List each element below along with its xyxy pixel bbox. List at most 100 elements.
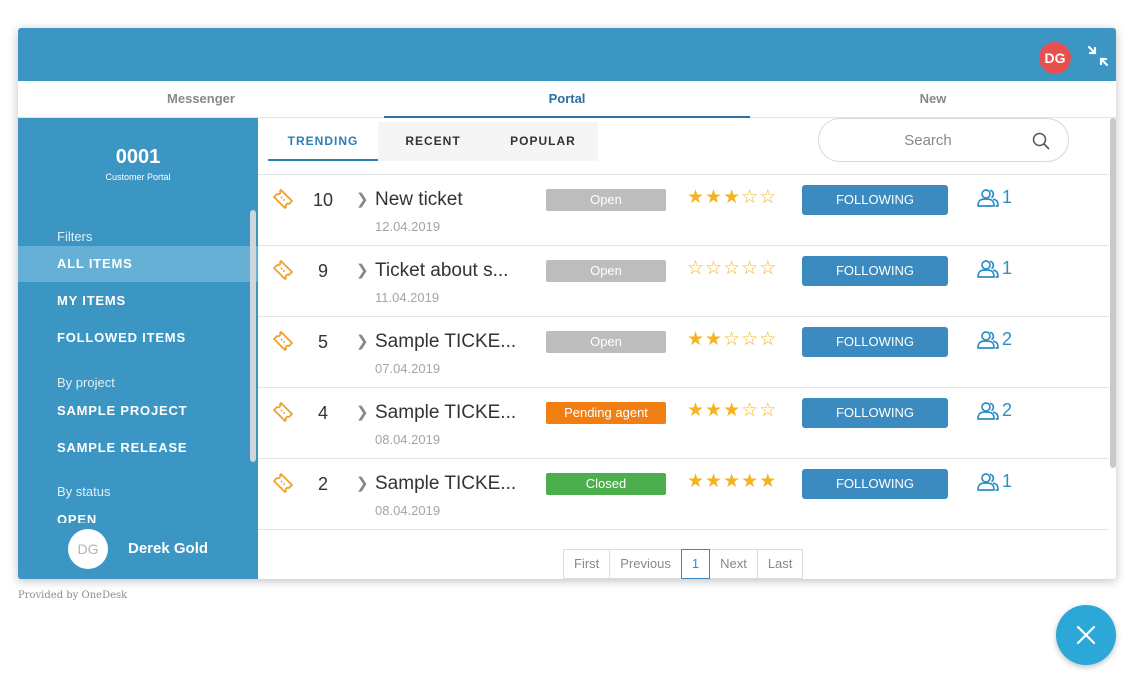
sidebar-item-all-items[interactable]: ALL ITEMS [18, 246, 258, 282]
ticket-icon [272, 188, 294, 210]
star-empty-icon[interactable]: ☆ [687, 258, 705, 279]
star-rating[interactable]: ★★★☆☆ [687, 399, 777, 422]
star-filled-icon[interactable]: ★ [723, 471, 741, 492]
ticket-icon [272, 259, 294, 281]
tab-messenger[interactable]: Messenger [18, 81, 384, 118]
chevron-right-icon[interactable]: ❯ [356, 261, 369, 279]
star-filled-icon[interactable]: ★ [687, 471, 705, 492]
star-filled-icon[interactable]: ★ [687, 187, 705, 208]
star-filled-icon[interactable]: ★ [723, 400, 741, 421]
star-rating[interactable]: ★★☆☆☆ [687, 328, 777, 351]
ticket-title[interactable]: Sample TICKE... [375, 331, 525, 353]
collapse-icon[interactable] [1087, 45, 1109, 67]
sidebar: 0001 Customer Portal Filters ALL ITEMS M… [18, 118, 258, 579]
star-filled-icon[interactable]: ★ [687, 329, 705, 350]
status-badge: Pending agent [546, 402, 666, 424]
main-scrollbar[interactable] [1110, 118, 1116, 468]
star-filled-icon[interactable]: ★ [741, 471, 759, 492]
search-input[interactable] [833, 128, 1023, 152]
following-button[interactable]: FOLLOWING [802, 398, 948, 428]
ticket-row[interactable]: 10 ❯ New ticket 12.04.2019 Open ★★★☆☆ FOLLOWIN… [258, 174, 1109, 245]
ticket-icon [272, 330, 294, 352]
status-badge: Open [546, 260, 666, 282]
star-rating[interactable]: ☆☆☆☆☆ [687, 257, 777, 280]
star-empty-icon[interactable]: ☆ [723, 329, 741, 350]
star-empty-icon[interactable]: ☆ [759, 400, 777, 421]
followers-count[interactable]: 2 [976, 329, 1012, 353]
followers-number: 2 [1002, 329, 1013, 349]
star-empty-icon[interactable]: ☆ [759, 187, 777, 208]
star-empty-icon[interactable]: ☆ [759, 329, 777, 350]
followers-count[interactable]: 2 [976, 400, 1012, 424]
star-empty-icon[interactable]: ☆ [741, 329, 759, 350]
followers-number: 1 [1002, 258, 1013, 278]
followers-icon [976, 329, 1002, 350]
ticket-date: 08.04.2019 [375, 432, 441, 447]
search-icon[interactable] [1032, 132, 1050, 150]
ticket-list: 10 ❯ New ticket 12.04.2019 Open ★★★☆☆ FOLLOWIN… [258, 174, 1109, 530]
ticket-row[interactable]: 9 ❯ Ticket about s... 11.04.2019 Open ☆☆☆☆☆ FO… [258, 245, 1109, 316]
star-empty-icon[interactable]: ☆ [705, 258, 723, 279]
ticket-number: 9 [317, 261, 328, 281]
filters-heading: Filters [57, 229, 93, 244]
ticket-number: 4 [317, 403, 328, 423]
sidebar-scrollbar[interactable] [250, 210, 256, 462]
star-filled-icon[interactable]: ★ [723, 187, 741, 208]
user-avatar[interactable]: DG [1039, 42, 1071, 74]
by-status-heading: By status [57, 484, 111, 499]
star-empty-icon[interactable]: ☆ [741, 258, 759, 279]
followers-count[interactable]: 1 [976, 471, 1012, 495]
star-empty-icon[interactable]: ☆ [723, 258, 741, 279]
ticket-row[interactable]: 2 ❯ Sample TICKE... 08.04.2019 Closed ★★★★★ FO… [258, 458, 1109, 529]
star-filled-icon[interactable]: ★ [705, 400, 723, 421]
ticket-title[interactable]: New ticket [375, 189, 525, 211]
sidebar-user[interactable]: DG Derek Gold [18, 523, 258, 579]
following-button[interactable]: FOLLOWING [802, 469, 948, 499]
sidebar-item-sample-project[interactable]: SAMPLE PROJECT [18, 393, 258, 429]
chevron-right-icon[interactable]: ❯ [356, 190, 369, 208]
followers-icon [976, 400, 1002, 421]
star-filled-icon[interactable]: ★ [705, 471, 723, 492]
user-name: Derek Gold [128, 540, 209, 557]
ticket-row[interactable]: 4 ❯ Sample TICKE... 08.04.2019 Pending agent… [258, 387, 1109, 458]
ticket-title[interactable]: Ticket about s... [375, 260, 525, 282]
star-filled-icon[interactable]: ★ [705, 329, 723, 350]
tab-portal[interactable]: Portal [384, 81, 750, 118]
tab-new[interactable]: New [750, 81, 1116, 118]
followers-number: 1 [1002, 187, 1013, 207]
star-rating[interactable]: ★★★★★ [687, 470, 777, 493]
tab-popular[interactable]: POPULAR [488, 122, 598, 161]
star-filled-icon[interactable]: ★ [759, 471, 777, 492]
followers-count[interactable]: 1 [976, 187, 1012, 211]
chevron-right-icon[interactable]: ❯ [356, 403, 369, 421]
star-rating[interactable]: ★★★☆☆ [687, 186, 777, 209]
page-current-button[interactable]: 1 [680, 549, 711, 579]
user-avatar: DG [68, 529, 108, 569]
tab-recent[interactable]: RECENT [378, 122, 488, 161]
ticket-title[interactable]: Sample TICKE... [375, 402, 525, 424]
followers-count[interactable]: 1 [976, 258, 1012, 282]
ticket-number: 10 [312, 190, 334, 210]
star-filled-icon[interactable]: ★ [687, 400, 705, 421]
ticket-row[interactable]: 5 ❯ Sample TICKE... 07.04.2019 Open ★★☆☆☆ FOLL… [258, 316, 1109, 387]
page-last-button[interactable]: Last [756, 549, 804, 579]
ticket-title[interactable]: Sample TICKE... [375, 473, 525, 495]
page-first-button[interactable]: First [563, 549, 611, 579]
tab-trending[interactable]: TRENDING [268, 122, 378, 161]
chevron-right-icon[interactable]: ❯ [356, 332, 369, 350]
following-button[interactable]: FOLLOWING [802, 185, 948, 215]
chevron-right-icon[interactable]: ❯ [356, 474, 369, 492]
provided-by-text: Provided by OneDesk [18, 590, 128, 601]
sidebar-item-my-items[interactable]: MY ITEMS [18, 283, 258, 319]
star-empty-icon[interactable]: ☆ [741, 400, 759, 421]
following-button[interactable]: FOLLOWING [802, 256, 948, 286]
following-button[interactable]: FOLLOWING [802, 327, 948, 357]
sidebar-item-followed-items[interactable]: FOLLOWED ITEMS [18, 320, 258, 356]
star-filled-icon[interactable]: ★ [705, 187, 723, 208]
star-empty-icon[interactable]: ☆ [741, 187, 759, 208]
star-empty-icon[interactable]: ☆ [759, 258, 777, 279]
page-previous-button[interactable]: Previous [609, 549, 682, 579]
page-next-button[interactable]: Next [709, 549, 758, 579]
sidebar-item-sample-release[interactable]: SAMPLE RELEASE [18, 430, 258, 466]
close-widget-button[interactable] [1056, 605, 1116, 665]
